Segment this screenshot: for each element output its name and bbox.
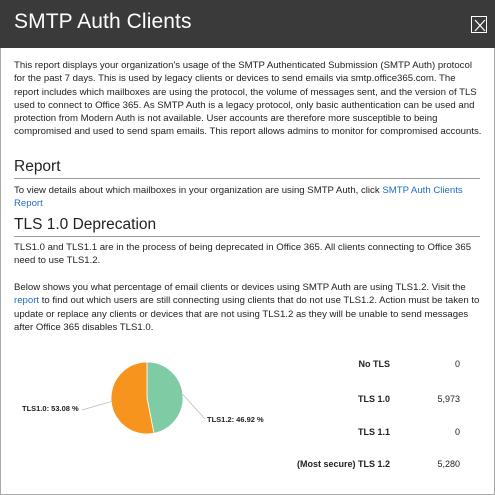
pie-leader-tls12 [182, 394, 206, 420]
tls-row-value: 0 [454, 427, 460, 437]
intro-text: This report displays your organization's… [14, 60, 482, 138]
pie-label-tls12: TLS1.2: 46.92 % [207, 415, 264, 424]
tls-row-label: No TLS [358, 359, 391, 369]
tls-report-link[interactable]: report [14, 295, 39, 306]
tls-row-value: 0 [454, 359, 460, 369]
tls-paragraph-2-prefix: Below shows you what percentage of email… [14, 282, 466, 293]
tls-row-tls11: TLS 1.1 0 [295, 427, 465, 441]
tls-row-value: 5,973 [437, 394, 460, 404]
dialog-header: SMTP Auth Clients [0, 0, 495, 48]
tls-paragraph-2: Below shows you what percentage of email… [14, 281, 482, 334]
tls-heading: TLS 1.0 Deprecation [14, 216, 157, 233]
pie-slice-tls12 [146, 361, 184, 434]
tls-row-label: (Most secure) TLS 1.2 [296, 459, 390, 469]
tls-row-label: TLS 1.1 [357, 427, 390, 437]
pie-leader-tls10 [81, 401, 112, 411]
tls-row-tls10: TLS 1.0 5,973 [295, 394, 465, 408]
tls-pie-chart: TLS1.0: 53.08 % TLS1.2: 46.92 % [0, 340, 300, 490]
tls-row-label: TLS 1.0 [357, 394, 390, 404]
tls-paragraph-2-suffix: to find out which users are still connec… [14, 295, 480, 333]
close-button[interactable] [471, 16, 487, 33]
close-icon [474, 19, 486, 32]
report-text-prefix: To view details about which mailboxes in… [14, 185, 383, 196]
tls-row-tls12: (Most secure) TLS 1.2 5,280 [295, 459, 465, 473]
tls-divider [14, 236, 480, 237]
pie-label-tls10: TLS1.0: 53.08 % [22, 404, 79, 413]
tls-row-value: 5,280 [437, 459, 460, 469]
dialog-title: SMTP Auth Clients [14, 10, 192, 33]
report-divider [14, 178, 480, 179]
tls-paragraph-1: TLS1.0 and TLS1.1 are in the process of … [14, 242, 472, 267]
report-text: To view details about which mailboxes in… [14, 184, 482, 211]
tls-row-no-tls: No TLS 0 [295, 359, 465, 373]
report-heading: Report [14, 158, 61, 175]
